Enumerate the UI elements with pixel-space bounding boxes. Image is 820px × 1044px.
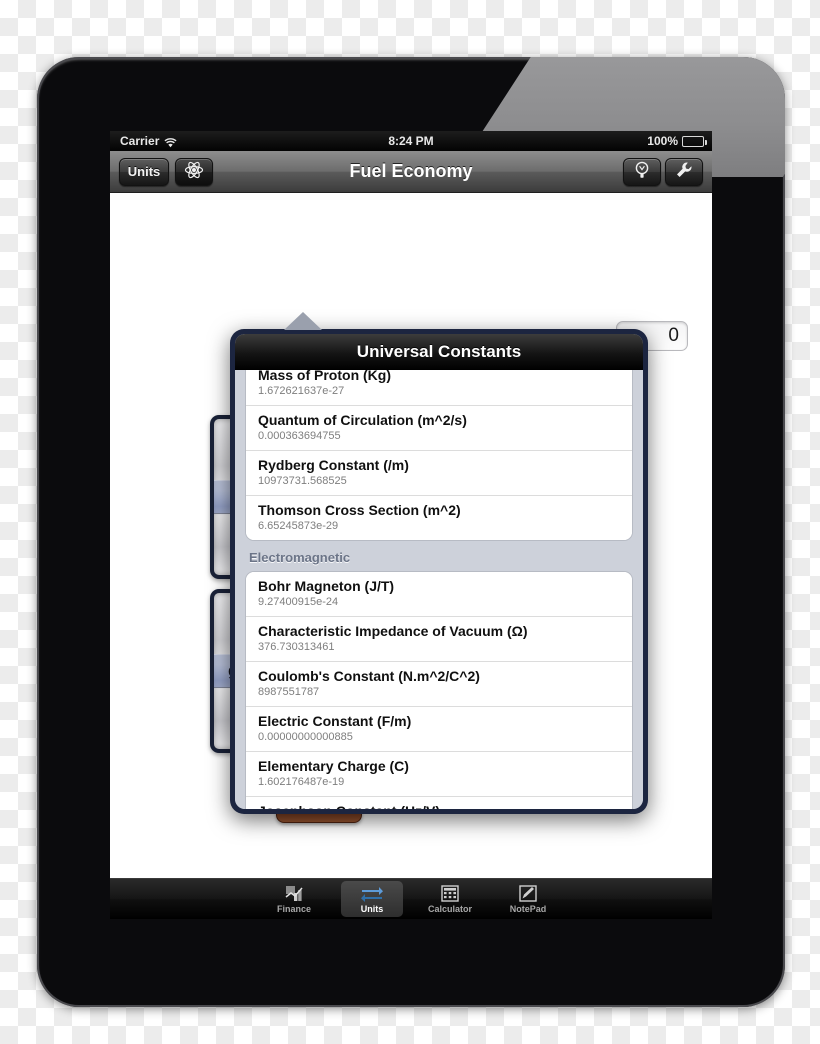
constant-value: 1.602176487e-19	[258, 776, 345, 788]
chart-icon	[285, 884, 304, 903]
tab-units[interactable]: Units	[341, 881, 403, 917]
list-scroll-container[interactable]: Mass of Proton (Kg) 1.672621637e-27 Quantu…	[245, 370, 633, 809]
constants-group: Mass of Proton (Kg) 1.672621637e-27 Quantu…	[245, 370, 633, 541]
list-item[interactable]: Quantum of Circulation (m^2/s) 0.00036369…	[246, 406, 632, 451]
constant-value: 10973731.568525	[258, 475, 347, 487]
constant-value: 0.000363694755	[258, 430, 341, 442]
constant-name: Characteristic Impedance of Vacuum (Ω)	[258, 623, 528, 639]
list-item[interactable]: Thomson Cross Section (m^2) 6.65245873e-2…	[246, 496, 632, 540]
constants-list[interactable]: Mass of Proton (Kg) 1.672621637e-27 Quantu…	[235, 370, 643, 809]
constant-name: Electric Constant (F/m)	[258, 713, 412, 729]
constant-name: Thomson Cross Section (m^2)	[258, 502, 461, 518]
constant-name: Quantum of Circulation (m^2/s)	[258, 412, 467, 428]
device-screen: Carrier 8:24 PM 100% Units Fuel Economy …	[110, 131, 712, 919]
tab-calculator[interactable]: Calculator	[419, 881, 481, 917]
constant-name: Bohr Magneton (J/T)	[258, 578, 395, 594]
list-item[interactable]: Mass of Proton (Kg) 1.672621637e-27	[246, 370, 632, 406]
constant-value: 8987551787	[258, 686, 320, 698]
tab-calculator-label: Calculator	[427, 904, 472, 914]
status-right-group: 100%	[647, 134, 707, 148]
notepad-pencil-icon	[519, 884, 537, 903]
popover-arrow	[284, 312, 322, 330]
constant-name: Rydberg Constant (/m)	[258, 457, 409, 473]
list-item[interactable]: Electric Constant (F/m) 0.00000000000885	[246, 707, 632, 752]
section-header: Electromagnetic	[249, 550, 351, 565]
navigation-bar: Units Fuel Economy	[110, 151, 712, 193]
list-item[interactable]: Characteristic Impedance of Vacuum (Ω) 37…	[246, 617, 632, 662]
tab-finance[interactable]: Finance	[263, 881, 325, 917]
tab-bar: Finance Units Calculator NotePad	[110, 878, 712, 919]
constant-name: Mass of Proton (Kg)	[258, 370, 391, 383]
constants-group: Bohr Magneton (J/T) 9.27400915e-24 Charact…	[245, 571, 633, 809]
list-item[interactable]: Josephson Constant (Hz/V)	[246, 797, 632, 809]
settings-button[interactable]	[665, 157, 703, 186]
lightbulb-icon	[632, 160, 652, 183]
status-bar: Carrier 8:24 PM 100%	[110, 131, 712, 151]
page-title: Fuel Economy	[349, 161, 473, 181]
convert-arrows-icon	[360, 884, 384, 903]
battery-percent-label: 100%	[647, 134, 678, 148]
constant-name: Elementary Charge (C)	[258, 758, 409, 774]
status-time: 8:24 PM	[388, 134, 434, 148]
constant-value: 376.730313461	[258, 641, 335, 653]
tab-units-label: Units	[360, 904, 384, 914]
popover-title: Universal Constants	[235, 334, 643, 370]
calculator-icon	[441, 884, 459, 903]
constant-name: Josephson Constant (Hz/V)	[258, 802, 620, 809]
wrench-icon	[674, 160, 694, 183]
constant-name: Coulomb's Constant (N.m^2/C^2)	[258, 668, 480, 684]
list-item[interactable]: Coulomb's Constant (N.m^2/C^2) 8987551787	[246, 662, 632, 707]
constant-value: 6.65245873e-29	[258, 520, 339, 532]
tablet-device-frame: Carrier 8:24 PM 100% Units Fuel Economy …	[37, 57, 785, 1007]
constant-value: 1.672621637e-27	[258, 385, 345, 397]
tab-finance-label: Finance	[276, 904, 311, 914]
list-item[interactable]: Bohr Magneton (J/T) 9.27400915e-24	[246, 572, 632, 617]
constant-value: 0.00000000000885	[258, 731, 353, 743]
constant-value: 9.27400915e-24	[258, 596, 339, 608]
tab-notepad[interactable]: NotePad	[497, 881, 559, 917]
battery-full-icon	[682, 135, 707, 147]
list-item[interactable]: Elementary Charge (C) 1.602176487e-19	[246, 752, 632, 797]
list-item[interactable]: Rydberg Constant (/m) 10973731.568525	[246, 451, 632, 496]
tab-notepad-label: NotePad	[509, 904, 547, 914]
info-button[interactable]	[623, 157, 661, 186]
universal-constants-popover: Universal Constants Mass of Proton (Kg) 1…	[230, 312, 648, 814]
